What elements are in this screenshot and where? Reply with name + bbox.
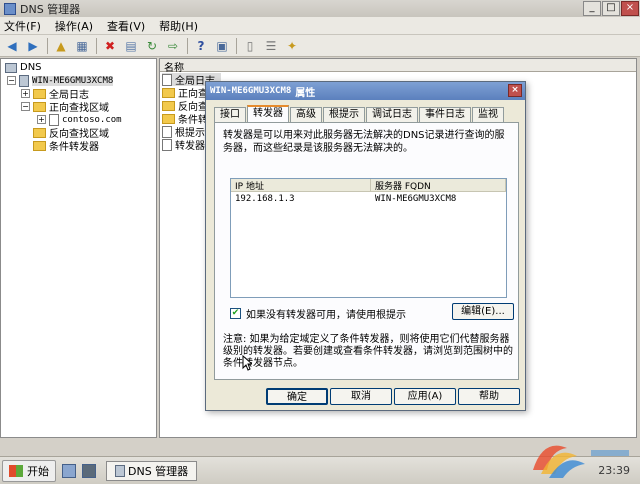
properties-icon[interactable]: ▤ [122,37,140,54]
server-icon [19,74,29,87]
tab-event-logging[interactable]: 事件日志 [419,107,471,123]
properties-dialog: WIN-ME6GMU3XCM8 属性 × 接口 转发器 高级 根提示 调试日志 … [205,81,526,411]
collapse-icon[interactable]: − [21,102,30,111]
menu-action[interactable]: 操作(A) [55,18,93,34]
folder-icon [162,87,175,98]
windows-logo-icon [9,464,23,477]
taskbar-item-dns-manager[interactable]: DNS 管理器 [106,460,198,481]
powershell-icon[interactable] [82,463,96,478]
forwarders-description: 转发器是可以用来对此服务器无法解决的DNS记录进行查询的服务器，而这些纪录是该服… [223,130,505,154]
list-item[interactable]: 转发器 [162,138,205,152]
tab-advanced[interactable]: 高级 [290,107,322,123]
start-button[interactable]: 开始 [2,459,56,482]
maximize-icon[interactable]: □ [602,1,620,16]
window-title: DNS 管理器 [20,2,81,16]
column-header-ip[interactable]: IP 地址 [231,179,371,192]
use-root-hints-checkbox[interactable]: ✔ [230,308,241,319]
main-titlebar: DNS 管理器 _ □ × [0,0,640,17]
mouse-cursor-icon [242,355,252,371]
up-folder-icon[interactable]: ▲ [52,37,70,54]
server-icon[interactable]: ▯ [241,37,259,54]
export-icon[interactable]: ⇨ [164,37,182,54]
tab-debug-logging[interactable]: 调试日志 [366,107,418,123]
minimize-icon[interactable]: _ [583,1,601,16]
forwarders-list-header: IP 地址 服务器 FQDN [231,179,506,192]
collapse-icon[interactable]: − [7,76,16,85]
use-root-hints-row[interactable]: ✔ 如果没有转发器可用，请使用根提示 [230,306,406,321]
column-header-fqdn[interactable]: 服务器 FQDN [371,179,506,192]
tab-interfaces[interactable]: 接口 [214,107,246,123]
delete-icon[interactable]: ✖ [101,37,119,54]
ok-button[interactable]: 确定 [266,388,328,405]
dialog-title-suffix: 属性 [295,87,316,99]
cancel-button[interactable]: 取消 [330,388,392,405]
tab-forwarders[interactable]: 转发器 [247,105,289,123]
menu-bar: 文件(F) 操作(A) 查看(V) 帮助(H) [0,17,640,35]
dns-app-icon [115,464,125,477]
forwarders-list[interactable]: IP 地址 服务器 FQDN 192.168.1.3 WIN-ME6GMU3XC… [230,178,507,298]
server-manager-icon[interactable] [62,463,76,478]
help-button[interactable]: 帮助 [458,388,520,405]
forward-arrow-icon[interactable]: ▶ [24,37,42,54]
tab-root-hints[interactable]: 根提示 [323,107,365,123]
tab-monitoring[interactable]: 监视 [472,107,504,123]
dialog-titlebar: WIN-ME6GMU3XCM8 属性 × [206,82,525,100]
document-icon [162,125,172,138]
document-icon [162,138,172,151]
log-icon [162,73,172,86]
forwarder-fqdn: WIN-ME6GMU3XCM8 [375,194,457,204]
tree-item-conditional-forwarders[interactable]: 条件转发器 [33,139,99,153]
folder-icon [162,113,175,124]
logo-icon [533,445,629,478]
help-icon[interactable]: ? [192,37,210,54]
folder-icon [33,101,46,112]
view-icon[interactable]: ▣ [213,37,231,54]
new-zone-icon[interactable]: ✦ [283,37,301,54]
tab-strip: 接口 转发器 高级 根提示 调试日志 事件日志 监视 [214,105,505,123]
edit-button[interactable]: 编辑(E)... [452,303,514,320]
expand-icon[interactable]: + [21,89,30,98]
back-arrow-icon[interactable]: ◀ [3,37,21,54]
tree-item-dns[interactable]: DNS [5,61,42,74]
list-icon[interactable]: ☰ [262,37,280,54]
table-row[interactable]: 192.168.1.3 WIN-ME6GMU3XCM8 [231,192,506,206]
menu-view[interactable]: 查看(V) [107,18,145,34]
close-icon[interactable]: × [508,84,522,97]
menu-help[interactable]: 帮助(H) [159,18,198,34]
folder-icon [33,88,46,99]
conditional-forwarder-note: 注意: 如果为给定域定义了条件转发器，则将使用它们代替服务器级别的转发器。若要创… [223,334,513,369]
use-root-hints-label: 如果没有转发器可用，请使用根提示 [246,310,406,321]
tree-item-forward-zones[interactable]: − 正向查找区域 [21,100,109,114]
toolbar-separator [187,37,188,54]
refresh-icon[interactable]: ↻ [143,37,161,54]
toolbar-separator [96,37,97,54]
dns-icon [5,62,17,73]
zone-icon [49,113,59,126]
expand-icon[interactable]: + [37,115,46,124]
toolbar-separator [47,37,48,54]
forwarders-tab-body: 转发器是可以用来对此服务器无法解决的DNS记录进行查询的服务器，而这些纪录是该服… [214,122,519,380]
column-header-name[interactable]: 名称 [160,59,636,74]
toolbar: ◀ ▶ ▲ ▦ ✖ ▤ ↻ ⇨ ? ▣ ▯ ☰ ✦ [0,35,640,57]
close-icon[interactable]: × [621,1,639,16]
dns-app-icon [4,2,16,15]
forwarder-ip: 192.168.1.3 [235,194,295,204]
folder-icon [33,140,46,151]
folder-icon [162,100,175,111]
dialog-title-server: WIN-ME6GMU3XCM8 [210,86,292,96]
show-tree-icon[interactable]: ▦ [73,37,91,54]
apply-button[interactable]: 应用(A) [394,388,456,405]
folder-icon [33,127,46,138]
toolbar-separator [236,37,237,54]
console-tree[interactable]: DNS − WIN-ME6GMU3XCM8 + 全局日志 − 正向查找区域 + … [0,58,157,438]
menu-file[interactable]: 文件(F) [4,18,41,34]
